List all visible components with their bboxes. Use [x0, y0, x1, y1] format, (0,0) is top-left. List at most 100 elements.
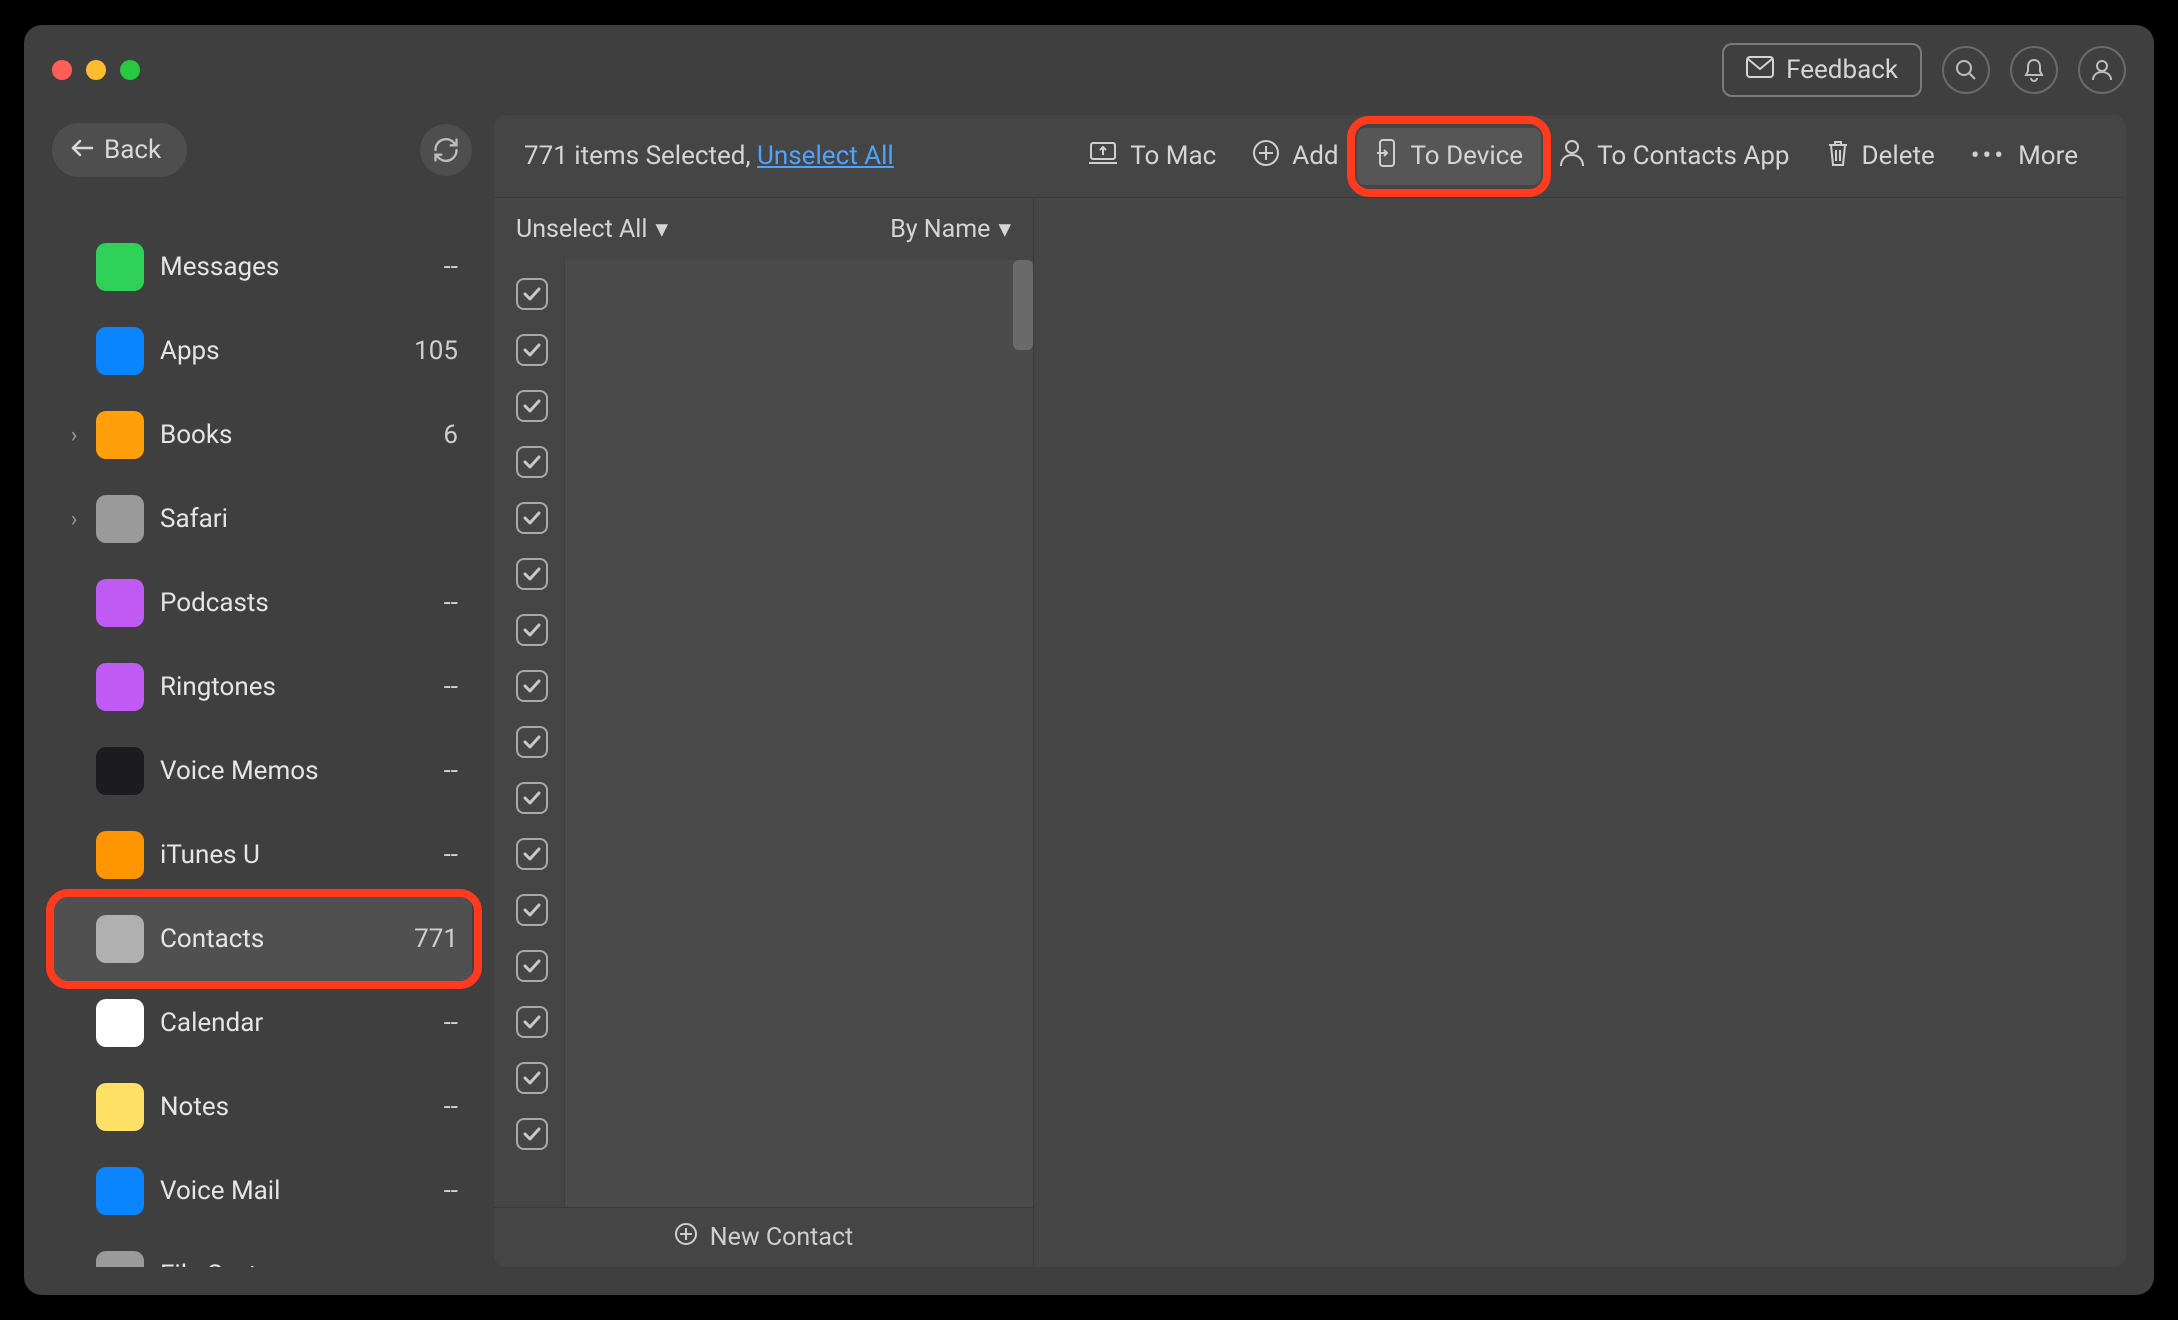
trash-icon — [1826, 139, 1850, 174]
contact-checkbox[interactable] — [516, 446, 548, 478]
export-device-icon — [1375, 138, 1399, 175]
chevron-right-icon: › — [52, 423, 96, 448]
content-row: Back Messages--Apps105›Books6›SafariPodc… — [24, 115, 2154, 1295]
user-icon — [2090, 58, 2114, 82]
sort-label: By Name — [890, 215, 990, 244]
search-icon — [1954, 58, 1978, 82]
add-label: Add — [1292, 141, 1338, 171]
unselect-all-dropdown[interactable]: Unselect All ▾ — [516, 214, 668, 244]
person-icon — [1559, 139, 1585, 174]
contact-checkbox[interactable] — [516, 1062, 548, 1094]
arrow-left-icon — [70, 135, 94, 165]
contact-list[interactable] — [494, 260, 1033, 1207]
to-contacts-app-button[interactable]: To Contacts App — [1541, 129, 1807, 184]
contact-checkbox[interactable] — [516, 1118, 548, 1150]
contact-names-area — [564, 260, 1033, 1207]
window-maximize-button[interactable] — [120, 60, 140, 80]
to-mac-label: To Mac — [1130, 141, 1216, 171]
contact-checkbox[interactable] — [516, 950, 548, 982]
add-button[interactable]: Add — [1234, 129, 1356, 184]
delete-button[interactable]: Delete — [1808, 129, 1953, 184]
sidebar-item-contacts[interactable]: Contacts771 — [52, 897, 472, 981]
sidebar-item-count: -- — [444, 252, 458, 282]
sidebar-list[interactable]: Messages--Apps105›Books6›SafariPodcasts-… — [52, 195, 472, 1267]
contact-checkbox[interactable] — [516, 558, 548, 590]
sort-dropdown[interactable]: By Name ▾ — [890, 214, 1011, 244]
contact-checkbox[interactable] — [516, 670, 548, 702]
apps-icon — [96, 327, 144, 375]
sidebar-item-count: -- — [444, 756, 458, 786]
sidebar-item-file-system[interactable]: ›File System — [52, 1233, 472, 1267]
contact-checkbox[interactable] — [516, 278, 548, 310]
calendar-icon — [96, 999, 144, 1047]
notifications-button[interactable] — [2010, 46, 2058, 94]
contact-checkbox[interactable] — [516, 614, 548, 646]
contact-checkbox[interactable] — [516, 838, 548, 870]
to-device-button[interactable]: To Device — [1357, 128, 1542, 185]
sidebar-item-voice-mail[interactable]: Voice Mail-- — [52, 1149, 472, 1233]
contact-checkbox[interactable] — [516, 1006, 548, 1038]
ringtones-icon — [96, 663, 144, 711]
sync-button[interactable] — [420, 124, 472, 176]
mail-icon — [1746, 55, 1774, 85]
sidebar-top: Back — [52, 115, 472, 195]
contact-checkbox[interactable] — [516, 390, 548, 422]
sidebar-item-calendar[interactable]: Calendar-- — [52, 981, 472, 1065]
selection-status: 771 items Selected, Unselect All — [524, 141, 894, 171]
contact-checkbox[interactable] — [516, 334, 548, 366]
account-button[interactable] — [2078, 46, 2126, 94]
contact-checkbox[interactable] — [516, 894, 548, 926]
sidebar-item-notes[interactable]: Notes-- — [52, 1065, 472, 1149]
plus-circle-icon — [674, 1222, 698, 1253]
sidebar-item-podcasts[interactable]: Podcasts-- — [52, 561, 472, 645]
window-close-button[interactable] — [52, 60, 72, 80]
back-label: Back — [104, 135, 161, 165]
sidebar-item-label: Books — [144, 420, 443, 450]
sidebar-item-safari[interactable]: ›Safari — [52, 477, 472, 561]
sidebar-item-label: Safari — [144, 504, 458, 534]
sidebar-item-label: Voice Memos — [144, 756, 444, 786]
main-body: Unselect All ▾ By Name ▾ — [494, 197, 2126, 1267]
sidebar-item-count: 771 — [414, 924, 458, 954]
sidebar-item-messages[interactable]: Messages-- — [52, 225, 472, 309]
contact-checkbox[interactable] — [516, 502, 548, 534]
notes-icon — [96, 1083, 144, 1131]
more-button[interactable]: ••• More — [1953, 131, 2096, 181]
list-header: Unselect All ▾ By Name ▾ — [494, 198, 1033, 260]
to-contacts-label: To Contacts App — [1597, 141, 1789, 171]
traffic-lights — [52, 60, 140, 80]
delete-label: Delete — [1862, 141, 1935, 171]
new-contact-label: New Contact — [710, 1223, 853, 1252]
main-toolbar: 771 items Selected, Unselect All To Mac — [494, 115, 2126, 197]
scrollbar-thumb[interactable] — [1013, 260, 1033, 350]
contact-checkbox[interactable] — [516, 782, 548, 814]
sidebar-item-apps[interactable]: Apps105 — [52, 309, 472, 393]
new-contact-button[interactable]: New Contact — [494, 1207, 1033, 1267]
sidebar-item-label: Messages — [144, 252, 444, 282]
itunesu-icon — [96, 831, 144, 879]
sidebar-item-count: -- — [444, 672, 458, 702]
search-button[interactable] — [1942, 46, 1990, 94]
contact-checkbox[interactable] — [516, 726, 548, 758]
feedback-button[interactable]: Feedback — [1722, 43, 1922, 97]
window-minimize-button[interactable] — [86, 60, 106, 80]
chevron-down-icon: ▾ — [655, 214, 668, 244]
sidebar-item-label: Ringtones — [144, 672, 444, 702]
to-mac-button[interactable]: To Mac — [1070, 130, 1234, 183]
sidebar-item-ringtones[interactable]: Ringtones-- — [52, 645, 472, 729]
sidebar-item-label: iTunes U — [144, 840, 444, 870]
back-button[interactable]: Back — [52, 123, 187, 177]
sidebar-item-label: File System — [144, 1260, 458, 1267]
sidebar-item-voice-memos[interactable]: Voice Memos-- — [52, 729, 472, 813]
safari-icon — [96, 495, 144, 543]
sidebar-item-books[interactable]: ›Books6 — [52, 393, 472, 477]
bell-icon — [2022, 57, 2046, 83]
export-mac-icon — [1088, 140, 1118, 173]
sidebar-item-count: -- — [444, 1176, 458, 1206]
unselect-all-label: Unselect All — [516, 215, 647, 244]
selection-count-text: 771 items Selected, — [524, 141, 757, 171]
unselect-all-link[interactable]: Unselect All — [757, 141, 894, 171]
sidebar: Back Messages--Apps105›Books6›SafariPodc… — [52, 115, 472, 1267]
sidebar-item-itunes-u[interactable]: iTunes U-- — [52, 813, 472, 897]
feedback-label: Feedback — [1786, 55, 1898, 85]
